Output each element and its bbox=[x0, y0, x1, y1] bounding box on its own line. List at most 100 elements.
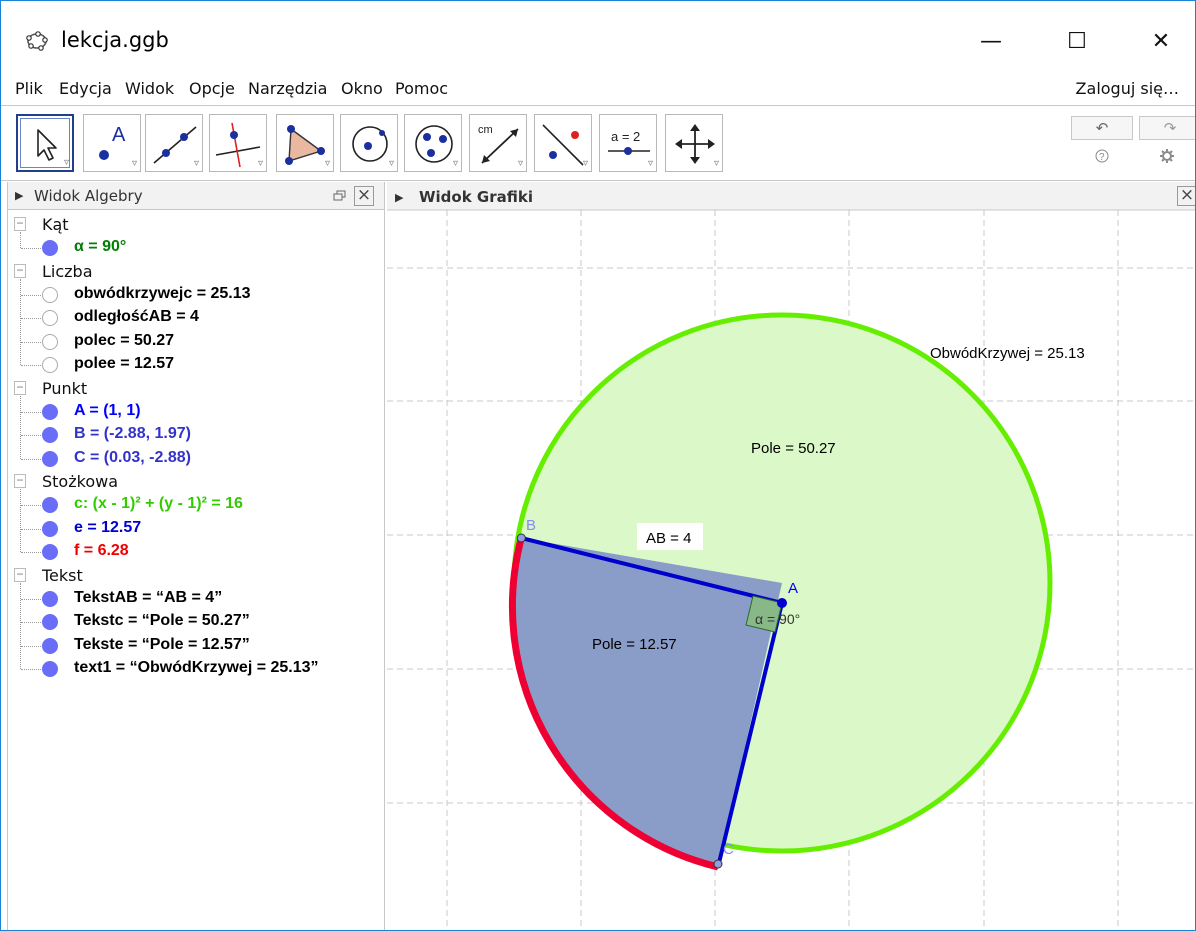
circle-tool-button[interactable]: ▿ bbox=[340, 114, 398, 172]
algebra-expression[interactable]: B = (-2.88, 1.97) bbox=[74, 425, 191, 443]
login-link[interactable]: Zaloguj się… bbox=[1076, 79, 1179, 98]
algebra-group-label: Liczba bbox=[42, 261, 93, 281]
algebra-item[interactable]: B = (-2.88, 1.97) bbox=[8, 424, 384, 447]
visibility-toggle-icon[interactable] bbox=[42, 240, 58, 256]
algebra-item[interactable]: e = 12.57 bbox=[8, 518, 384, 541]
visibility-toggle-icon[interactable] bbox=[42, 614, 58, 630]
point-c-label: C bbox=[723, 841, 734, 858]
distance-tool-button[interactable]: cm ▿ bbox=[469, 114, 527, 172]
close-graphics-view-icon[interactable]: × bbox=[1177, 186, 1195, 206]
visibility-toggle-icon[interactable] bbox=[42, 286, 58, 303]
point-tool-button[interactable]: A ▿ bbox=[83, 114, 141, 172]
point-a[interactable] bbox=[777, 598, 787, 608]
algebra-item[interactable]: polec = 50.27 bbox=[8, 331, 384, 354]
visibility-toggle-icon[interactable] bbox=[42, 427, 58, 443]
visibility-toggle-icon[interactable] bbox=[42, 520, 58, 537]
polygon-tool-button[interactable]: ▿ bbox=[276, 114, 334, 172]
text-pole-c[interactable]: Pole = 50.27 bbox=[751, 440, 836, 457]
algebra-expression[interactable]: Tekstc = “Pole = 50.27” bbox=[74, 612, 250, 630]
algebra-item[interactable]: Tekstc = “Pole = 50.27” bbox=[8, 611, 384, 634]
menu-narzedzia[interactable]: Narzędzia bbox=[248, 79, 327, 98]
algebra-item[interactable]: obwódkrzywejc = 25.13 bbox=[8, 284, 384, 307]
algebra-expression[interactable]: α = 90° bbox=[74, 238, 126, 256]
algebra-item[interactable]: A = (1, 1) bbox=[8, 401, 384, 424]
svg-text:A: A bbox=[112, 124, 126, 146]
algebra-item[interactable]: TekstAB = “AB = 4” bbox=[8, 588, 384, 611]
minimize-button[interactable]: — bbox=[961, 17, 1021, 65]
close-button[interactable]: ✕ bbox=[1131, 17, 1191, 65]
graphics-view[interactable]: ▶ Widok Grafiki α = 90° A B C AB = 4 Pol… bbox=[387, 182, 1195, 930]
algebra-view-header: ▶ Widok Algebry × bbox=[8, 182, 384, 210]
collapse-group-icon[interactable]: − bbox=[14, 474, 26, 488]
algebra-item[interactable]: Tekste = “Pole = 12.57” bbox=[8, 635, 384, 658]
visibility-toggle-icon[interactable] bbox=[42, 661, 58, 677]
visibility-toggle-icon[interactable] bbox=[42, 357, 58, 373]
visibility-toggle-icon[interactable] bbox=[42, 637, 58, 654]
algebra-item[interactable]: α = 90° bbox=[8, 237, 384, 260]
circle-three-points-tool-button[interactable]: ▿ bbox=[404, 114, 462, 172]
algebra-expression[interactable]: e = 12.57 bbox=[74, 519, 141, 537]
collapse-group-icon[interactable]: − bbox=[14, 567, 26, 582]
algebra-item[interactable]: text1 = “ObwódKrzywej = 25.13” bbox=[8, 658, 384, 681]
menu-pomoc[interactable]: Pomoc bbox=[395, 79, 448, 98]
algebra-expression[interactable]: polec = 50.27 bbox=[74, 332, 174, 350]
collapse-group-icon[interactable]: − bbox=[14, 217, 26, 231]
text-ab[interactable]: AB = 4 bbox=[646, 530, 691, 547]
algebra-expression[interactable]: A = (1, 1) bbox=[74, 402, 141, 420]
algebra-item[interactable]: c: (x - 1)² + (y - 1)² = 16 bbox=[8, 494, 384, 517]
angle-alpha-label: α = 90° bbox=[755, 611, 800, 627]
visibility-toggle-icon[interactable] bbox=[42, 403, 58, 420]
collapse-arrow-icon[interactable]: ▶ bbox=[395, 191, 404, 204]
algebra-expression[interactable]: TekstAB = “AB = 4” bbox=[74, 589, 222, 607]
collapse-arrow-icon[interactable]: ▶ bbox=[15, 189, 23, 202]
gear-icon[interactable] bbox=[1159, 148, 1175, 164]
menu-edycja[interactable]: Edycja bbox=[59, 79, 112, 98]
move-graphics-view-tool-button[interactable]: ▿ bbox=[665, 114, 723, 172]
visibility-toggle-icon[interactable] bbox=[42, 333, 58, 350]
help-icon[interactable]: ? bbox=[1094, 148, 1110, 164]
title-bar: lekcja.ggb — ☐ ✕ bbox=[1, 1, 1195, 73]
algebra-item[interactable]: odległośćAB = 4 bbox=[8, 307, 384, 330]
algebra-expression[interactable]: Tekste = “Pole = 12.57” bbox=[74, 636, 250, 654]
algebra-expression[interactable]: f = 6.28 bbox=[74, 542, 129, 560]
menu-okno[interactable]: Okno bbox=[341, 79, 383, 98]
algebra-expression[interactable]: polee = 12.57 bbox=[74, 355, 174, 373]
menu-opcje[interactable]: Opcje bbox=[189, 79, 235, 98]
menu-plik[interactable]: Plik bbox=[15, 79, 43, 98]
algebra-view-title: Widok Algebry bbox=[34, 187, 143, 205]
restore-view-icon[interactable] bbox=[332, 188, 348, 204]
slider-tool-button[interactable]: a = 2 ▿ bbox=[599, 114, 657, 172]
undo-button[interactable]: ↶ bbox=[1071, 116, 1133, 140]
visibility-toggle-icon[interactable] bbox=[42, 497, 58, 513]
algebra-group-label: Tekst bbox=[42, 565, 83, 585]
algebra-expression[interactable]: C = (0.03, -2.88) bbox=[74, 449, 191, 467]
move-tool-button[interactable]: ▿ bbox=[16, 114, 74, 172]
perpendicular-tool-button[interactable]: ▿ bbox=[209, 114, 267, 172]
algebra-expression[interactable]: odległośćAB = 4 bbox=[74, 308, 199, 326]
visibility-toggle-icon[interactable] bbox=[42, 450, 58, 467]
algebra-item[interactable]: polee = 12.57 bbox=[8, 354, 384, 377]
collapse-group-icon[interactable]: − bbox=[14, 263, 26, 278]
redo-button[interactable]: ↷ bbox=[1139, 116, 1195, 140]
algebra-expression[interactable]: c: (x - 1)² + (y - 1)² = 16 bbox=[74, 495, 243, 513]
algebra-expression[interactable]: text1 = “ObwódKrzywej = 25.13” bbox=[74, 659, 319, 677]
algebra-item[interactable]: f = 6.28 bbox=[8, 541, 384, 564]
collapse-group-icon[interactable]: − bbox=[14, 380, 26, 395]
text-pole-e[interactable]: Pole = 12.57 bbox=[592, 636, 677, 653]
reflect-tool-button[interactable]: ▿ bbox=[534, 114, 592, 172]
menu-bar: Plik Edycja Widok Opcje Narzędzia Okno P… bbox=[1, 73, 1195, 105]
text-obwod[interactable]: ObwódKrzywej = 25.13 bbox=[930, 345, 1085, 362]
algebra-item[interactable]: C = (0.03, -2.88) bbox=[8, 448, 384, 471]
window-title: lekcja.ggb bbox=[61, 28, 169, 52]
visibility-toggle-icon[interactable] bbox=[42, 310, 58, 326]
close-algebra-view-icon[interactable]: × bbox=[354, 186, 374, 206]
geogebra-logo-icon bbox=[26, 31, 48, 51]
menu-widok[interactable]: Widok bbox=[125, 79, 174, 98]
visibility-toggle-icon[interactable] bbox=[42, 590, 58, 607]
point-b[interactable] bbox=[516, 533, 526, 543]
visibility-toggle-icon[interactable] bbox=[42, 544, 58, 560]
line-tool-button[interactable]: ▿ bbox=[145, 114, 203, 172]
point-c[interactable] bbox=[713, 859, 723, 869]
maximize-button[interactable]: ☐ bbox=[1047, 17, 1107, 65]
algebra-expression[interactable]: obwódkrzywejc = 25.13 bbox=[74, 285, 251, 303]
